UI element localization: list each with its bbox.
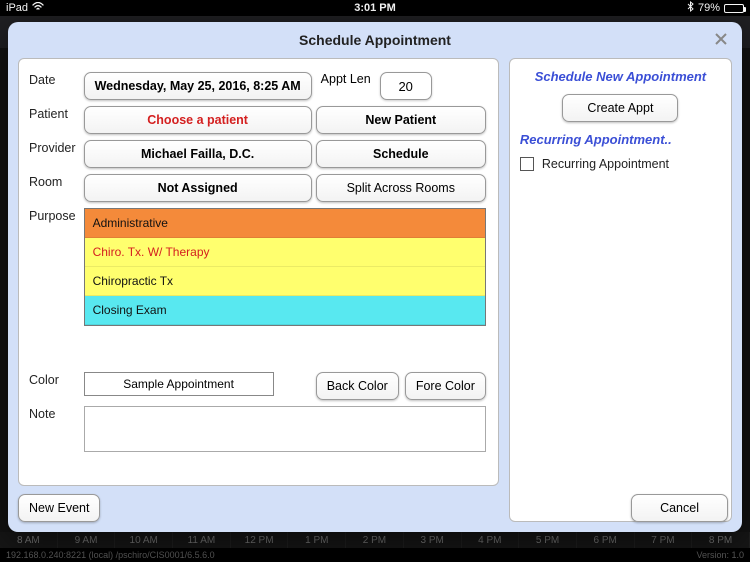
date-picker-button[interactable]: Wednesday, May 25, 2016, 8:25 AM bbox=[84, 72, 312, 100]
close-button[interactable] bbox=[710, 28, 732, 50]
label-note: Note bbox=[19, 403, 82, 460]
label-date: Date bbox=[19, 69, 82, 103]
purpose-item[interactable]: Chiro. Tx. W/ Therapy bbox=[85, 238, 485, 267]
wifi-icon bbox=[32, 2, 44, 14]
provider-button[interactable]: Michael Failla, D.C. bbox=[84, 140, 312, 168]
schedule-appointment-modal: Schedule Appointment Date Wednesday, May… bbox=[8, 22, 742, 532]
timeline-slot: 8 AM bbox=[0, 532, 58, 548]
purpose-item[interactable]: Closing Exam bbox=[85, 296, 485, 325]
recurring-appt-heading: Recurring Appointment.. bbox=[520, 132, 721, 147]
room-button[interactable]: Not Assigned bbox=[84, 174, 312, 202]
status-time: 3:01 PM bbox=[354, 2, 396, 14]
purpose-list[interactable]: Administrative Chiro. Tx. W/ Therapy Chi… bbox=[84, 208, 486, 326]
ios-status-bar: iPad 3:01 PM 79% bbox=[0, 0, 750, 16]
schedule-button[interactable]: Schedule bbox=[316, 140, 486, 168]
split-rooms-button[interactable]: Split Across Rooms bbox=[316, 174, 486, 202]
timeline-slot: 11 AM bbox=[173, 532, 231, 548]
label-patient: Patient bbox=[19, 103, 82, 137]
timeline-slot: 6 PM bbox=[577, 532, 635, 548]
label-provider: Provider bbox=[19, 137, 82, 171]
battery-icon bbox=[724, 4, 744, 13]
recurring-checkbox[interactable] bbox=[520, 157, 534, 171]
purpose-item[interactable]: Chiropractic Tx bbox=[85, 267, 485, 296]
battery-pct: 79% bbox=[698, 2, 720, 14]
recurring-checkbox-label: Recurring Appointment bbox=[542, 157, 669, 171]
purpose-item[interactable] bbox=[85, 325, 485, 326]
appt-len-input[interactable] bbox=[380, 72, 432, 100]
timeline-slot: 7 PM bbox=[635, 532, 693, 548]
recurring-checkbox-row[interactable]: Recurring Appointment bbox=[520, 157, 721, 171]
timeline-slot: 4 PM bbox=[462, 532, 520, 548]
label-room: Room bbox=[19, 171, 82, 205]
label-purpose: Purpose bbox=[19, 205, 82, 329]
bg-footer-path: 192.168.0.240:8221 (local) /pschiro/CIS0… bbox=[6, 550, 215, 560]
create-appt-button[interactable]: Create Appt bbox=[562, 94, 678, 122]
fore-color-button[interactable]: Fore Color bbox=[405, 372, 486, 400]
purpose-item[interactable]: Administrative bbox=[85, 209, 485, 238]
bluetooth-icon bbox=[687, 1, 694, 15]
timeline-slot: 8 PM bbox=[692, 532, 750, 548]
timeline-slot: 9 AM bbox=[58, 532, 116, 548]
timeline-slot: 1 PM bbox=[288, 532, 346, 548]
label-color: Color bbox=[19, 369, 82, 403]
label-appt-len: Appt Len bbox=[314, 69, 378, 103]
new-patient-button[interactable]: New Patient bbox=[316, 106, 486, 134]
device-label: iPad bbox=[6, 2, 28, 14]
timeline-slot: 2 PM bbox=[346, 532, 404, 548]
back-color-button[interactable]: Back Color bbox=[316, 372, 399, 400]
timeline-slot: 10 AM bbox=[115, 532, 173, 548]
color-sample-input[interactable] bbox=[84, 372, 274, 396]
timeline-slot: 5 PM bbox=[519, 532, 577, 548]
bg-footer-version: Version: 1.0 bbox=[696, 550, 744, 560]
bg-timeline: 8 AM9 AM10 AM11 AM12 PM1 PM2 PM3 PM4 PM5… bbox=[0, 532, 750, 548]
new-event-button[interactable]: New Event bbox=[18, 494, 100, 522]
timeline-slot: 3 PM bbox=[404, 532, 462, 548]
modal-title: Schedule Appointment bbox=[299, 32, 451, 48]
cancel-button[interactable]: Cancel bbox=[631, 494, 728, 522]
schedule-new-appt-heading: Schedule New Appointment bbox=[520, 69, 721, 84]
note-textarea[interactable] bbox=[84, 406, 486, 452]
choose-patient-button[interactable]: Choose a patient bbox=[84, 106, 312, 134]
timeline-slot: 12 PM bbox=[231, 532, 289, 548]
